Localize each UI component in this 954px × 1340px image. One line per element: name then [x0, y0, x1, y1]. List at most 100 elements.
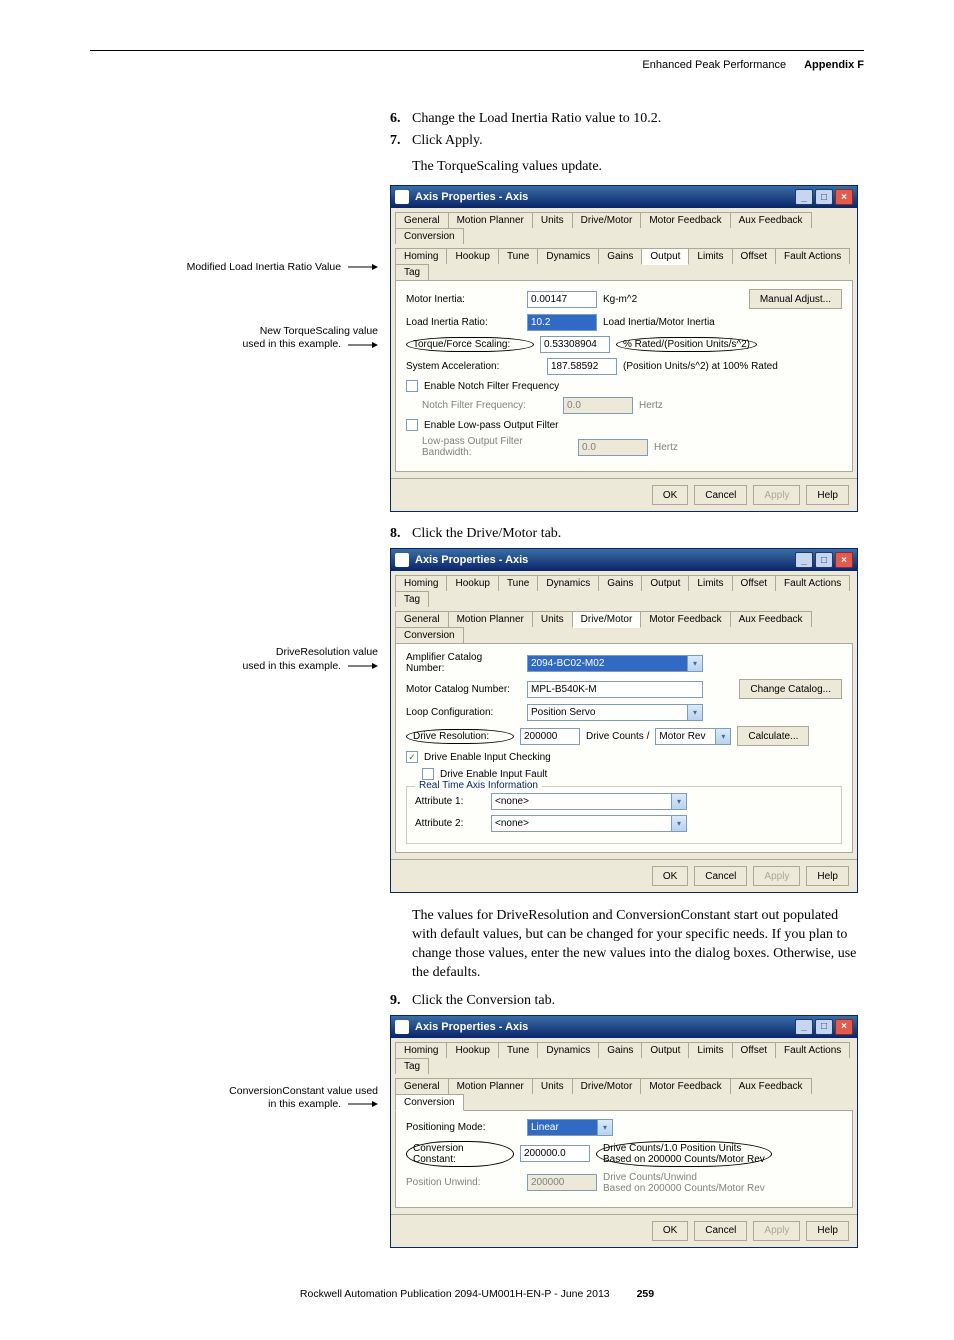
tab-gains[interactable]: Gains — [598, 575, 642, 591]
tab-motor-feedback[interactable]: Motor Feedback — [640, 212, 730, 228]
tab-limits[interactable]: Limits — [688, 248, 732, 264]
change-catalog-button[interactable]: Change Catalog... — [739, 679, 842, 699]
tab-hookup[interactable]: Hookup — [446, 575, 498, 591]
minimize-button[interactable]: _ — [795, 1019, 813, 1035]
tab-fault-actions[interactable]: Fault Actions — [775, 248, 850, 264]
tab-aux-feedback[interactable]: Aux Feedback — [730, 611, 812, 627]
tab-hookup[interactable]: Hookup — [446, 1042, 498, 1058]
maximize-button[interactable]: □ — [815, 1019, 833, 1035]
tab-fault-actions[interactable]: Fault Actions — [775, 575, 850, 591]
tab-tag[interactable]: Tag — [395, 264, 429, 280]
tab-motor-feedback[interactable]: Motor Feedback — [640, 1078, 730, 1094]
tab-conversion[interactable]: Conversion — [395, 627, 464, 643]
conversion-constant-input[interactable] — [520, 1145, 590, 1162]
loop-config-combo[interactable]: ▾ — [527, 704, 703, 721]
tab-drive-motor[interactable]: Drive/Motor — [572, 212, 642, 228]
help-button[interactable]: Help — [806, 485, 849, 505]
amp-catalog-combo[interactable]: ▾ — [527, 655, 703, 672]
tab-output[interactable]: Output — [641, 1042, 689, 1058]
tab-aux-feedback[interactable]: Aux Feedback — [730, 212, 812, 228]
apply-button[interactable]: Apply — [753, 1221, 800, 1241]
tab-dynamics[interactable]: Dynamics — [537, 248, 599, 264]
tab-conversion[interactable]: Conversion — [395, 1094, 464, 1111]
tab-motor-feedback[interactable]: Motor Feedback — [640, 611, 730, 627]
tab-dynamics[interactable]: Dynamics — [537, 1042, 599, 1058]
help-button[interactable]: Help — [806, 1221, 849, 1241]
tab-gains[interactable]: Gains — [598, 1042, 642, 1058]
tab-tag[interactable]: Tag — [395, 1058, 429, 1074]
tab-homing[interactable]: Homing — [395, 1042, 447, 1058]
titlebar[interactable]: ⚙ Axis Properties - Axis _ □ × — [391, 186, 857, 208]
motor-catalog-input[interactable] — [527, 681, 703, 698]
tab-units[interactable]: Units — [532, 212, 573, 228]
tab-offset[interactable]: Offset — [732, 575, 777, 591]
tab-gains[interactable]: Gains — [598, 248, 642, 264]
apply-button[interactable]: Apply — [753, 866, 800, 886]
chevron-down-icon[interactable]: ▾ — [687, 704, 703, 721]
tab-output[interactable]: Output — [641, 248, 689, 265]
cancel-button[interactable]: Cancel — [694, 866, 747, 886]
close-button[interactable]: × — [835, 189, 853, 205]
minimize-button[interactable]: _ — [795, 189, 813, 205]
tab-drive-motor[interactable]: Drive/Motor — [572, 1078, 642, 1094]
tab-aux-feedback[interactable]: Aux Feedback — [730, 1078, 812, 1094]
calculate-button[interactable]: Calculate... — [737, 726, 809, 746]
tab-units[interactable]: Units — [532, 1078, 573, 1094]
tab-motion-planner[interactable]: Motion Planner — [448, 1078, 533, 1094]
chevron-down-icon[interactable]: ▾ — [671, 793, 687, 810]
tab-offset[interactable]: Offset — [732, 1042, 777, 1058]
tab-drive-motor[interactable]: Drive/Motor — [572, 611, 642, 628]
tab-motion-planner[interactable]: Motion Planner — [448, 611, 533, 627]
chevron-down-icon[interactable]: ▾ — [687, 655, 703, 672]
tab-fault-actions[interactable]: Fault Actions — [775, 1042, 850, 1058]
drive-resolution-units-combo[interactable]: ▾ — [655, 728, 731, 745]
tab-general[interactable]: General — [395, 212, 449, 228]
close-button[interactable]: × — [835, 1019, 853, 1035]
manual-adjust-button[interactable]: Manual Adjust... — [749, 289, 842, 309]
tab-hookup[interactable]: Hookup — [446, 248, 498, 264]
tab-conversion[interactable]: Conversion — [395, 228, 464, 244]
ok-button[interactable]: OK — [652, 866, 688, 886]
drive-enable-fault-checkbox[interactable] — [422, 768, 434, 780]
tab-motion-planner[interactable]: Motion Planner — [448, 212, 533, 228]
torque-scaling-input[interactable] — [540, 336, 610, 353]
tab-dynamics[interactable]: Dynamics — [537, 575, 599, 591]
tab-general[interactable]: General — [395, 1078, 449, 1094]
maximize-button[interactable]: □ — [815, 189, 833, 205]
tab-tune[interactable]: Tune — [498, 248, 538, 264]
tab-tune[interactable]: Tune — [498, 1042, 538, 1058]
tab-tune[interactable]: Tune — [498, 575, 538, 591]
minimize-button[interactable]: _ — [795, 552, 813, 568]
tab-limits[interactable]: Limits — [688, 1042, 732, 1058]
titlebar[interactable]: ⚙ Axis Properties - Axis _ □ × — [391, 1016, 857, 1038]
close-button[interactable]: × — [835, 552, 853, 568]
titlebar[interactable]: ⚙ Axis Properties - Axis _ □ × — [391, 549, 857, 571]
ok-button[interactable]: OK — [652, 485, 688, 505]
tab-units[interactable]: Units — [532, 611, 573, 627]
load-inertia-input[interactable] — [527, 314, 597, 331]
tab-offset[interactable]: Offset — [732, 248, 777, 264]
attribute1-combo[interactable]: ▾ — [491, 793, 687, 810]
lowpass-enable-checkbox[interactable] — [406, 419, 418, 431]
maximize-button[interactable]: □ — [815, 552, 833, 568]
help-button[interactable]: Help — [806, 866, 849, 886]
drive-resolution-input[interactable] — [520, 728, 580, 745]
ok-button[interactable]: OK — [652, 1221, 688, 1241]
notch-enable-checkbox[interactable] — [406, 380, 418, 392]
apply-button[interactable]: Apply — [753, 485, 800, 505]
tab-tag[interactable]: Tag — [395, 591, 429, 607]
chevron-down-icon[interactable]: ▾ — [597, 1119, 613, 1136]
cancel-button[interactable]: Cancel — [694, 485, 747, 505]
tab-limits[interactable]: Limits — [688, 575, 732, 591]
chevron-down-icon[interactable]: ▾ — [715, 728, 731, 745]
sys-accel-input[interactable] — [547, 358, 617, 375]
motor-inertia-input[interactable] — [527, 291, 597, 308]
cancel-button[interactable]: Cancel — [694, 1221, 747, 1241]
tab-general[interactable]: General — [395, 611, 449, 627]
tab-homing[interactable]: Homing — [395, 575, 447, 591]
chevron-down-icon[interactable]: ▾ — [671, 815, 687, 832]
drive-enable-checking-checkbox[interactable]: ✓ — [406, 751, 418, 763]
positioning-mode-combo[interactable]: ▾ — [527, 1119, 613, 1136]
attribute2-combo[interactable]: ▾ — [491, 815, 687, 832]
tab-homing[interactable]: Homing — [395, 248, 447, 264]
